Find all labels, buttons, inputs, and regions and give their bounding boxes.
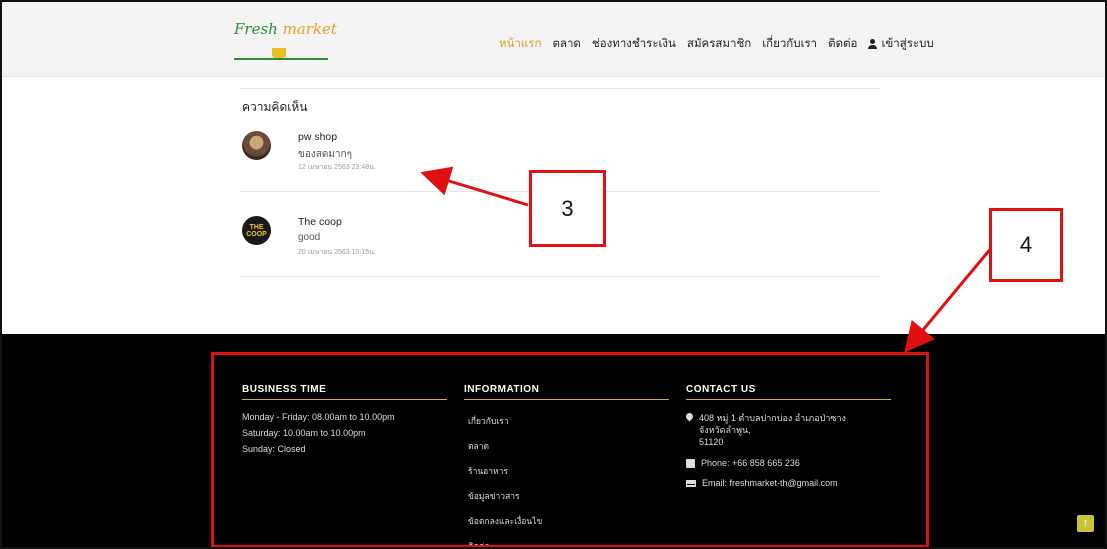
comment-text: ของสดมากๆ [298,149,352,160]
comments-top-divider [239,88,881,89]
nav-item-payment[interactable]: ช่องทางชำระเงิน [592,35,676,53]
nav-item-home[interactable]: หน้าแรก [499,35,541,53]
logo-underline [234,58,328,60]
comment-author: The coop [298,216,342,228]
site-header: Fresh market หน้าแรก ตลาด ช่องทางชำระเงิ… [2,2,1105,77]
logo-text: Fresh market [234,20,337,38]
avatar-text: THE COOP [246,223,267,238]
nav-item-market[interactable]: ตลาด [552,35,580,53]
login-link[interactable]: เข้าสู่ระบบ [868,35,934,53]
basket-icon [272,48,286,58]
comment-text: good [298,232,321,243]
comment-divider [239,276,881,277]
login-label: เข้าสู่ระบบ [881,38,934,50]
user-icon [868,39,878,49]
nav-item-contact[interactable]: ติดต่อ [828,35,857,53]
logo-text-main: Fresh [234,20,278,38]
scroll-to-top-button[interactable]: ↑ [1077,515,1094,532]
nav-item-register[interactable]: สมัครสมาชิก [687,35,751,53]
avatar [242,131,271,160]
avatar: THE COOP [242,216,271,245]
annotation-footer-highlight [211,352,929,547]
annotation-label-4: 4 [989,208,1063,282]
comments-title: ความคิดเห็น [242,100,308,114]
site-logo[interactable]: Fresh market [230,20,337,66]
page-frame: Fresh market หน้าแรก ตลาด ช่องทางชำระเงิ… [0,0,1107,549]
nav-item-about[interactable]: เกี่ยวกับเรา [762,35,817,53]
annotation-label-3: 3 [529,170,606,247]
logo-text-accent: market [282,20,337,38]
comment-date: 12 เมษายน 2563 23:48น. [298,164,376,171]
comment-author: pw shop [298,131,338,143]
main-nav: หน้าแรก ตลาด ช่องทางชำระเงิน สมัครสมาชิก… [499,35,934,53]
annotation-arrow-3 [420,166,529,207]
comment-date: 20 เมษายน 2563 10:15น. [298,249,376,256]
annotation-arrow-4 [904,246,994,353]
